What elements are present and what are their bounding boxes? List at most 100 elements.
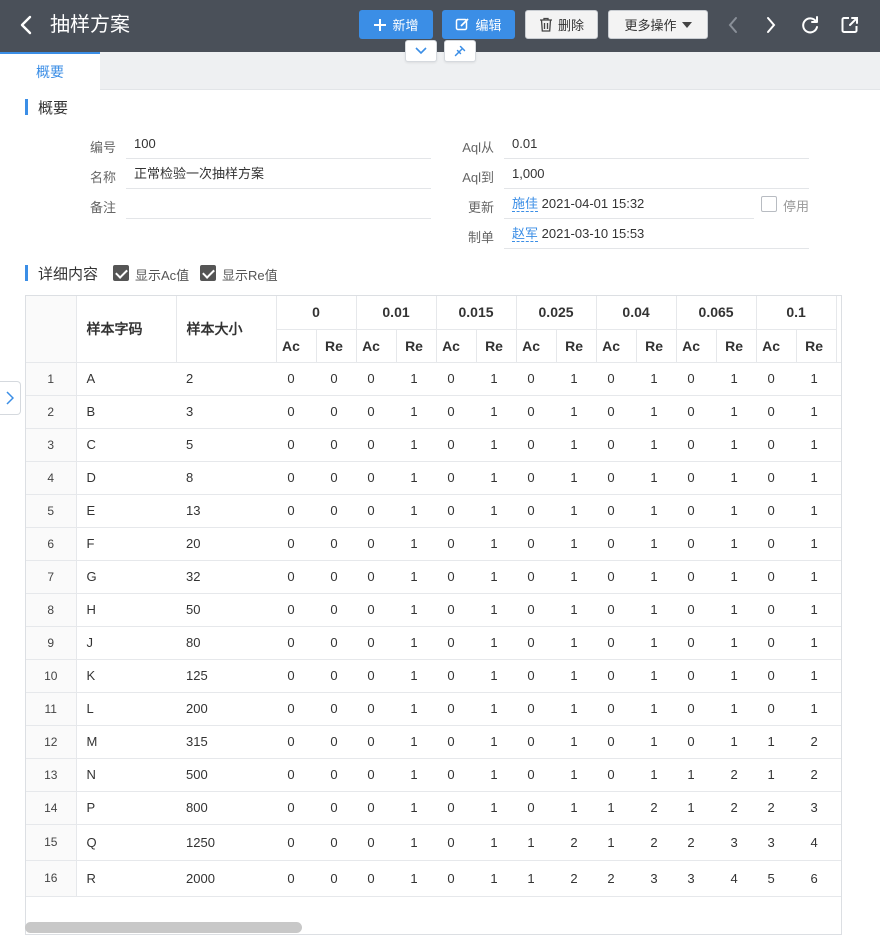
more-actions-button[interactable]: 更多操作 [608,10,708,39]
ac-cell: 1 [676,758,717,792]
table-row[interactable]: 9 J 80 0 0 0 1 0 1 0 1 0 1 0 1 0 1 [26,626,841,660]
ac-cell: 1 [676,791,717,825]
re-cell: 3 [796,791,837,825]
table-row[interactable]: 2B300010101010101 [26,395,841,429]
table-row[interactable]: 8 H 50 0 0 0 1 0 1 0 1 0 1 0 1 0 1 [26,593,841,627]
prev-record-icon[interactable] [722,14,744,36]
ac-cell: 0 [356,692,397,726]
ac-cell: 0 [516,494,557,528]
details-heading-text: 详细内容 [38,265,99,283]
ac-cell: 0 [436,560,477,594]
table-row[interactable]: 12 M 315 0 0 0 1 0 1 0 1 0 1 0 1 1 2 [26,725,841,759]
horizontal-scrollbar[interactable] [25,922,302,933]
re-cell: 1 [396,791,437,825]
ac-cell: 0 [356,824,397,861]
table-row[interactable]: 10 K 125 0 0 0 1 0 1 0 1 0 1 0 1 0 1 [26,659,841,693]
ac-cell: 0 [436,593,477,627]
aql-level-header: 0.065 [676,296,757,330]
sample-size-cell: 32 [176,560,276,594]
ac-cell: 0 [596,560,637,594]
re-cell: 1 [716,659,757,693]
row-number: 13 [26,758,77,792]
ac-cell: 0 [276,626,316,660]
ac-cell: 0 [436,395,477,429]
re-cell: 1 [636,725,677,759]
re-cell: 1 [396,428,437,462]
table-row[interactable]: 15 Q 1250 0 0 0 1 0 1 1 2 1 2 2 3 3 4 [26,824,841,861]
re-cell: 1 [396,758,437,792]
updated-user-link[interactable]: 施佳 [512,196,539,212]
re-cell: 1 [476,725,517,759]
ac-cell: 1 [516,860,557,897]
table-row[interactable]: 16 R 2000 0 0 0 1 0 1 1 2 2 3 3 4 5 6 [26,860,841,897]
ac-cell: 0 [276,494,316,528]
re-cell: 1 [636,428,677,462]
re-cell: 0 [316,659,357,693]
re-cell: 1 [396,860,437,897]
show-ac-checkbox[interactable] [113,265,129,281]
re-cell: 1 [716,461,757,495]
re-cell: 1 [556,725,597,759]
next-record-icon[interactable] [760,14,782,36]
table-row[interactable]: 7 G 32 0 0 0 1 0 1 0 1 0 1 0 1 0 1 [26,560,841,594]
table-row[interactable]: 4D800010101010101 [26,461,841,495]
re-cell: 1 [396,560,437,594]
name-field[interactable]: 正常检验一次抽样方案 [126,159,431,189]
row-filler [836,659,841,693]
back-icon[interactable] [18,14,34,36]
disabled-checkbox[interactable] [761,196,777,212]
re-cell: 1 [796,692,837,726]
table-row[interactable]: 11 L 200 0 0 0 1 0 1 0 1 0 1 0 1 0 1 [26,692,841,726]
table-row[interactable]: 3C500010101010101 [26,428,841,462]
aql-from-field[interactable]: 0.01 [504,129,809,159]
re-cell: 1 [636,527,677,561]
ac-cell: 0 [596,758,637,792]
created-user-link[interactable]: 赵军 [512,226,539,242]
table-row[interactable]: 13 N 500 0 0 0 1 0 1 0 1 0 1 1 2 1 2 [26,758,841,792]
refresh-icon[interactable] [799,14,821,36]
show-ac-label: 显示Ac值 [135,268,190,283]
row-number: 15 [26,824,77,861]
re-cell: 1 [556,791,597,825]
open-external-icon[interactable] [839,14,861,36]
row-number: 1 [26,362,77,396]
side-panel-toggle[interactable] [0,381,21,415]
sample-size-cell: 8 [176,461,276,495]
re-cell: 1 [396,626,437,660]
re-cell: 1 [476,791,517,825]
row-filler [836,494,841,528]
ac-cell: 1 [756,725,797,759]
aql-to-field[interactable]: 1,000 [504,159,809,189]
show-re-checkbox[interactable] [200,265,216,281]
ac-cell: 0 [596,428,637,462]
table-row[interactable]: 5 E 13 0 0 0 1 0 1 0 1 0 1 0 1 0 1 [26,494,841,528]
re-header: Re [716,329,757,363]
ac-cell: 2 [596,860,637,897]
aql-level-header: 0.025 [516,296,597,330]
table-row[interactable]: 6 F 20 0 0 0 1 0 1 0 1 0 1 0 1 0 1 [26,527,841,561]
delete-button[interactable]: 删除 [525,10,598,39]
ac-cell: 0 [276,461,316,495]
ac-cell: 0 [436,824,477,861]
collapse-toggle[interactable] [405,40,437,62]
ac-cell: 0 [756,494,797,528]
edit-button[interactable]: 编辑 [442,10,515,39]
pin-toggle[interactable] [444,40,476,62]
re-cell: 1 [556,395,597,429]
row-filler [836,395,841,429]
tab-overview[interactable]: 概要 [0,52,100,90]
code-field[interactable]: 100 [126,129,431,159]
re-cell: 2 [636,824,677,861]
disabled-label: 停用 [783,199,810,214]
row-number: 10 [26,659,77,693]
edit-icon [456,18,470,31]
table-row[interactable]: 14 P 800 0 0 0 1 0 1 0 1 1 2 1 2 2 3 [26,791,841,825]
table-row[interactable]: 1A200010101010101 [26,362,841,396]
aql-level-header: 0.01 [356,296,437,330]
remark-field[interactable] [126,189,431,219]
ac-cell: 0 [276,659,316,693]
ac-cell: 0 [276,593,316,627]
ac-cell: 0 [516,428,557,462]
ac-cell: 0 [756,593,797,627]
add-button[interactable]: 新增 [359,10,433,39]
